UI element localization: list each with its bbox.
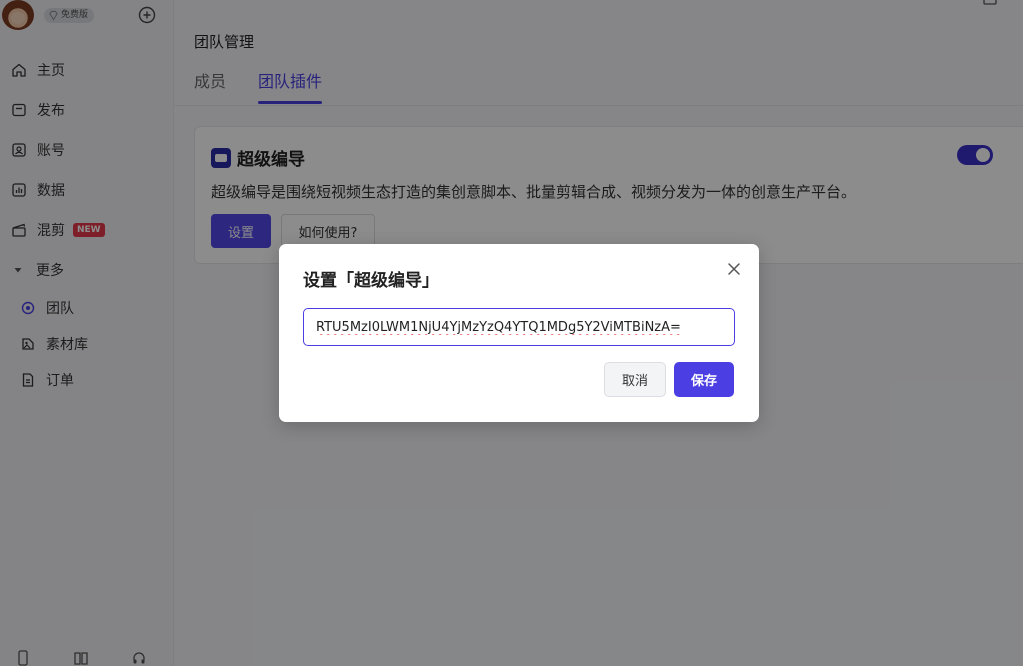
save-button[interactable]: 保存	[674, 362, 734, 397]
close-icon[interactable]	[727, 262, 741, 276]
plugin-key-input[interactable]	[303, 308, 735, 346]
cancel-button[interactable]: 取消	[604, 362, 666, 397]
settings-dialog: 设置「超级编导」 取消 保存	[279, 244, 759, 422]
dialog-title: 设置「超级编导」	[303, 271, 439, 291]
